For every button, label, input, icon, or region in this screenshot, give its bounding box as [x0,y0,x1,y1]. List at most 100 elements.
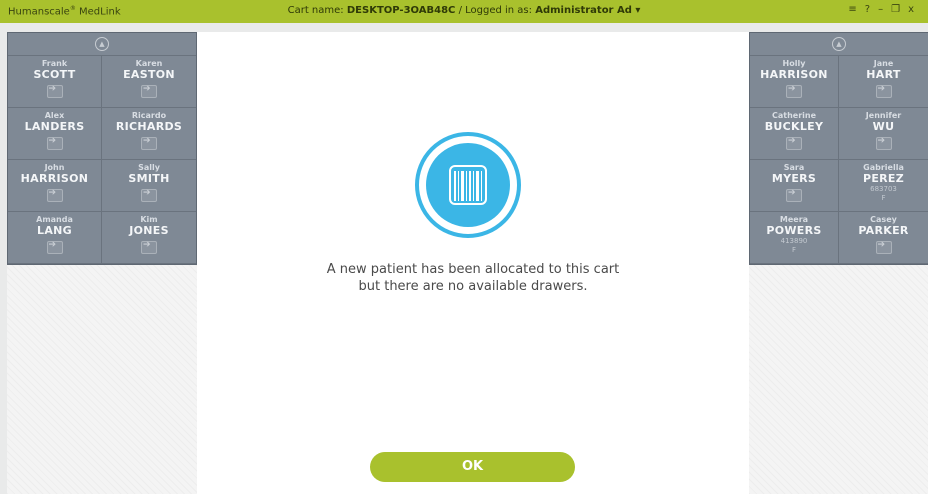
scroll-up-icon[interactable]: ▲ [95,37,109,51]
assign-drawer-icon[interactable] [46,136,63,150]
menu-icon[interactable]: ≡ [848,4,864,15]
title-bar: Humanscale® MedLink Cart name: DESKTOP-3… [0,0,928,23]
assign-drawer-icon[interactable] [46,84,63,98]
left-sidebar: ▲ FrankSCOTTKarenEASTONAlexLANDERSRicard… [7,32,197,494]
patient-card[interactable]: Casey PARKER [839,212,928,264]
assign-drawer-icon[interactable] [786,84,802,98]
right-patient-panel: ▲ HollyHARRISONJaneHARTCatherineBUCKLEYJ… [749,32,928,265]
left-patient-panel: ▲ FrankSCOTTKarenEASTONAlexLANDERSRicard… [7,32,197,265]
patient-last-name: WU [872,120,895,133]
patient-first-name: Holly [782,59,806,68]
patient-last-name: MYERS [771,172,817,185]
logged-in-label: Logged in as: [465,5,533,16]
patient-card[interactable]: Frank SCOTT [8,56,102,108]
patient-last-name: PEREZ [862,172,905,185]
patient-last-name: EASTON [123,68,175,81]
message-line-2: but there are no available drawers. [358,279,588,294]
cart-label: Cart name: [287,5,344,16]
patient-id: 683703 [870,185,897,193]
right-panel-header: ▲ [750,33,928,56]
cart-info: Cart name: DESKTOP-3OAB48C / Logged in a… [0,5,928,16]
patient-card[interactable]: Sara MYERS [750,160,839,212]
chevron-down-icon[interactable]: ▾ [635,5,640,16]
patient-card[interactable]: Gabriella PEREZ 683703 F [839,160,928,212]
patient-sex: F [881,194,886,202]
left-panel-header: ▲ [8,33,196,56]
patient-card[interactable]: Meera POWERS 413890 F [750,212,839,264]
patient-id: 413890 [780,237,808,245]
patient-first-name: Alex [44,111,65,120]
patient-card[interactable]: Alex LANDERS [8,108,102,160]
message-line-1: A new patient has been allocated to this… [326,262,620,277]
dialog-message: A new patient has been allocated to this… [197,261,749,295]
patient-first-name: Jane [873,59,894,68]
patient-card[interactable]: John HARRISON [8,160,102,212]
assign-drawer-icon[interactable] [875,136,892,150]
patient-card[interactable]: Jane HART [839,56,928,108]
patient-first-name: Gabriella [863,163,904,172]
patient-last-name: SCOTT [33,68,76,81]
patient-first-name: Casey [870,215,897,224]
patient-card[interactable]: Amanda LANG [8,212,102,264]
assign-drawer-icon[interactable] [141,188,157,202]
patient-last-name: RICHARDS [115,120,183,133]
patient-last-name: PARKER [858,224,909,237]
patient-first-name: Ricardo [131,111,167,120]
close-icon[interactable]: x [908,4,922,15]
window-controls: ≡?–❐x [848,4,922,15]
patient-card[interactable]: Karen EASTON [102,56,196,108]
patient-card[interactable]: Ricardo RICHARDS [102,108,196,160]
help-icon[interactable]: ? [865,4,878,15]
separator: / [458,5,462,16]
restore-icon[interactable]: ❐ [891,4,908,15]
patient-first-name: Amanda [36,215,73,224]
patient-first-name: John [44,163,65,172]
patient-last-name: LANDERS [24,120,85,133]
logged-in-user[interactable]: Administrator Ad [535,5,632,16]
patient-card[interactable]: Holly HARRISON [750,56,839,108]
patient-card[interactable]: Jennifer WU [839,108,928,160]
patient-last-name: BUCKLEY [764,120,824,133]
patient-last-name: HARRISON [760,68,828,81]
patient-card[interactable]: Kim JONES [102,212,196,264]
scroll-up-icon[interactable]: ▲ [832,37,846,51]
scan-icon-circle [426,143,510,227]
assign-drawer-icon[interactable] [46,188,63,202]
patient-first-name: Meera [779,215,809,224]
patient-first-name: Frank [41,59,68,68]
patient-last-name: HARRISON [20,172,89,185]
patient-last-name: LANG [37,224,72,237]
patient-first-name: Jennifer [865,111,902,120]
cart-name: DESKTOP-3OAB48C [346,5,456,16]
barcode-lines [454,171,482,201]
patient-last-name: POWERS [766,224,822,237]
patient-last-name: SMITH [128,172,170,185]
patient-first-name: Sally [138,163,160,172]
dialog-panel: A new patient has been allocated to this… [197,32,749,494]
assign-drawer-icon[interactable] [141,240,157,254]
assign-drawer-icon[interactable] [786,136,802,150]
assign-drawer-icon[interactable] [141,136,157,150]
right-patient-grid: HollyHARRISONJaneHARTCatherineBUCKLEYJen… [750,56,928,264]
assign-drawer-icon[interactable] [875,84,892,98]
patient-first-name: Catherine [771,111,817,120]
patient-card[interactable]: Catherine BUCKLEY [750,108,839,160]
barcode-scan-icon [415,132,521,238]
patient-first-name: Kim [140,215,158,224]
left-patient-grid: FrankSCOTTKarenEASTONAlexLANDERSRicardoR… [8,56,196,264]
assign-drawer-icon[interactable] [141,84,157,98]
assign-drawer-icon[interactable] [875,240,892,254]
patient-card[interactable]: Sally SMITH [102,160,196,212]
patient-last-name: JONES [129,224,169,237]
patient-first-name: Sara [783,163,805,172]
assign-drawer-icon[interactable] [786,188,802,202]
patient-sex: F [791,246,797,254]
assign-drawer-icon[interactable] [46,240,63,254]
right-sidebar: ▲ HollyHARRISONJaneHARTCatherineBUCKLEYJ… [749,32,928,494]
ok-button[interactable]: OK [370,452,575,482]
patient-last-name: HART [866,68,901,81]
user-dropdown[interactable]: Administrator Ad ▾ [535,5,640,16]
patient-first-name: Karen [135,59,163,68]
minimize-icon[interactable]: – [878,4,891,15]
barcode-icon [449,165,487,205]
